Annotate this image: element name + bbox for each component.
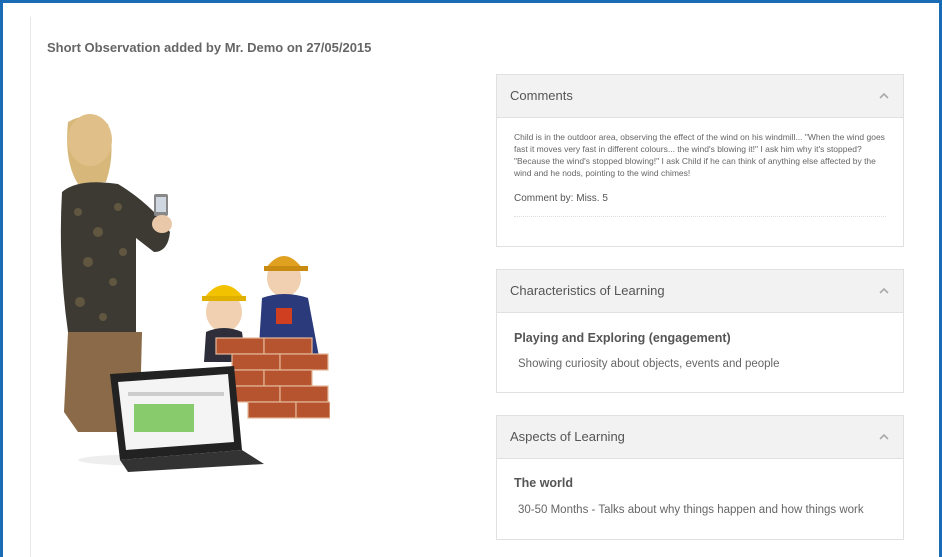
aspects-panel-header[interactable]: Aspects of Learning (497, 416, 903, 459)
characteristics-subheading: Playing and Exploring (engagement) (514, 331, 731, 345)
comments-panel-title: Comments (510, 88, 573, 103)
observation-photo (60, 114, 330, 472)
aspects-subheading: The world (514, 476, 574, 490)
aspects-panel: Aspects of Learning The world 30-50 Mont… (496, 415, 904, 540)
chevron-up-icon[interactable] (879, 286, 889, 296)
comments-panel-header[interactable]: Comments (497, 75, 903, 118)
comment-author: Comment by: Miss. 5 (514, 193, 608, 204)
aspects-panel-title: Aspects of Learning (510, 429, 625, 444)
characteristics-detail: Showing curiosity about objects, events … (518, 358, 780, 370)
observation-title: Short Observation added by Mr. Demo on 2… (47, 40, 372, 55)
comments-panel: Comments Child is in the outdoor area, o… (496, 74, 904, 247)
characteristics-panel-header[interactable]: Characteristics of Learning (497, 270, 903, 313)
divider (514, 216, 886, 217)
comment-text: Child is in the outdoor area, observing … (514, 132, 885, 178)
characteristics-panel: Characteristics of Learning Playing and … (496, 269, 904, 393)
characteristics-panel-title: Characteristics of Learning (510, 283, 665, 298)
chevron-up-icon[interactable] (879, 432, 889, 442)
chevron-up-icon[interactable] (879, 91, 889, 101)
aspects-detail: 30-50 Months - Talks about why things ha… (518, 504, 864, 516)
